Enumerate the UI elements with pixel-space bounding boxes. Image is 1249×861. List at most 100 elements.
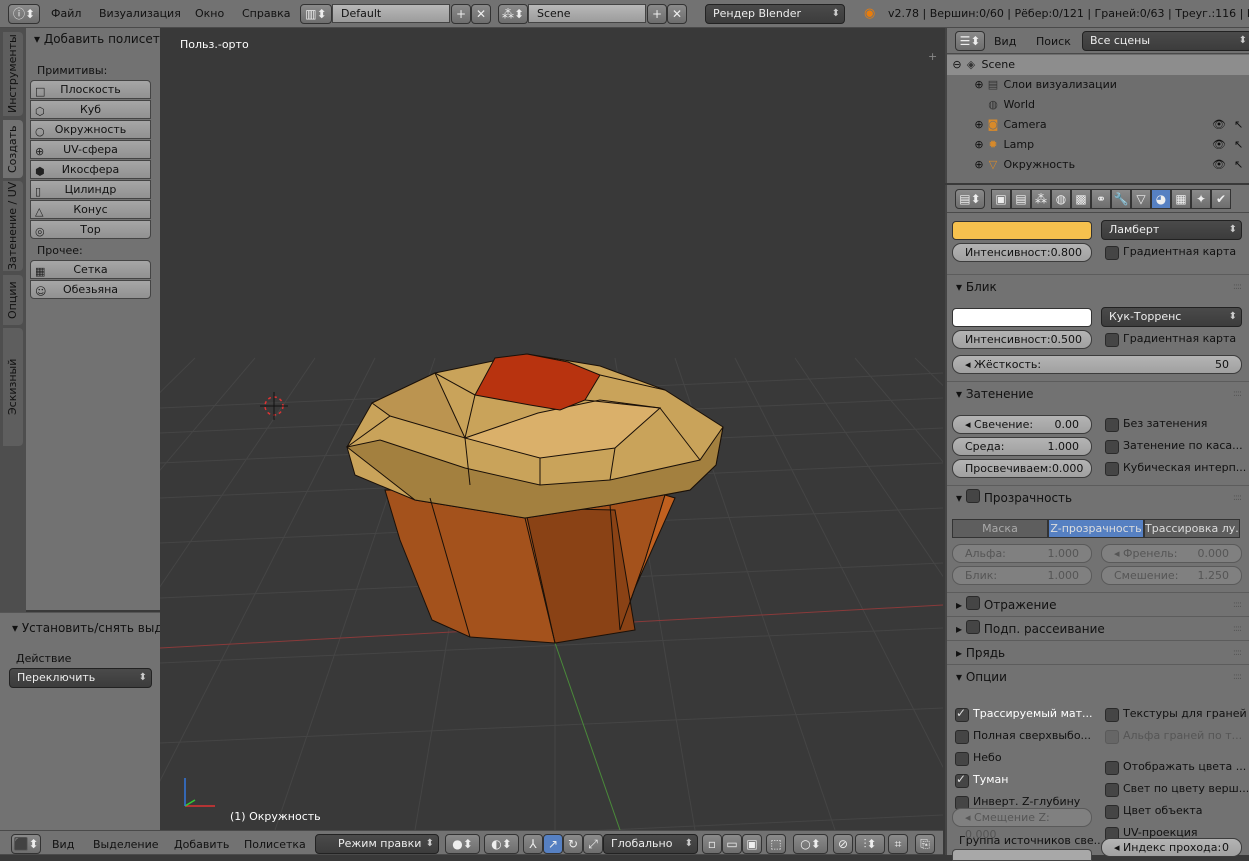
option-right-2-checkbox[interactable]: Отображать цвета ... <box>1105 760 1246 776</box>
option-right-3-checkbox[interactable]: Свет по цвету верш... <box>1105 782 1249 798</box>
expand-icon[interactable]: ⊖ <box>950 55 964 75</box>
fresnel-field[interactable]: ◂ Френель: 0.000 <box>1101 544 1242 563</box>
sss-panel-header[interactable]: ▸ Подп. рассеивание:::: <box>947 616 1249 640</box>
modifiers-tab-icon[interactable]: 🔧 <box>1111 189 1131 209</box>
option-left-2-checkbox[interactable]: Небо <box>955 751 1002 767</box>
particles-tab-icon[interactable]: ✦ <box>1191 189 1211 209</box>
transparency-checkbox[interactable] <box>965 488 984 504</box>
remove-scene-icon[interactable]: ✕ <box>667 4 687 24</box>
fresnel-blend-field[interactable]: Смешение: 1.250 <box>1101 566 1242 585</box>
option-right-1-checkbox[interactable]: Альфа граней по т... <box>1105 729 1242 745</box>
specular-ramp-checkbox[interactable]: Градиентная карта <box>1105 332 1236 348</box>
visibility-eye-icon[interactable]: 👁 <box>1212 135 1226 155</box>
specular-alpha-field[interactable]: Блик: 1.000 <box>952 566 1092 585</box>
scene-tab-icon[interactable]: ⁂ <box>1031 189 1051 209</box>
menu-add[interactable]: Добавить <box>174 838 229 851</box>
add-cube-button[interactable]: ⬡ Куб <box>30 100 151 119</box>
options-panel-header[interactable]: ▾ Опции:::: <box>947 664 1249 688</box>
add-mesh-panel-title[interactable]: ▾ Добавить полисетк <box>34 32 160 46</box>
scene-field[interactable]: Scene <box>528 4 646 23</box>
rotate-icon[interactable]: ↻ <box>563 834 583 854</box>
option-left-3-checkbox[interactable]: Туман <box>955 772 1008 789</box>
orientation-select[interactable]: Глобально <box>603 834 698 854</box>
layout-field[interactable]: Default <box>332 4 450 23</box>
diffuse-ramp-checkbox[interactable]: Градиентная карта <box>1105 245 1236 261</box>
limit-selection-icon[interactable]: ⬚ <box>766 834 786 854</box>
operator-title[interactable]: ▾ Установить/снять выд <box>12 621 163 635</box>
menu-window[interactable]: Окно <box>195 7 224 20</box>
outliner-menu-search[interactable]: Поиск <box>1036 35 1071 48</box>
add-scene-icon[interactable]: + <box>647 4 667 24</box>
expand-icon[interactable]: ⊕ <box>972 155 986 175</box>
mirror-checkbox[interactable] <box>965 595 984 611</box>
constraints-tab-icon[interactable]: ⚭ <box>1091 189 1111 209</box>
snap-icon[interactable]: ⊘ <box>833 834 853 854</box>
selectability-cursor-icon[interactable]: ↖ <box>1234 115 1243 135</box>
data-tab-icon[interactable]: ▽ <box>1131 189 1151 209</box>
specular-shader-select[interactable]: Кук-Торренс <box>1101 307 1242 327</box>
mode-select[interactable]: Режим правки <box>315 834 439 854</box>
scene-icon[interactable]: ⁂⬍ <box>498 4 528 24</box>
shading-panel-header[interactable]: ▾ Затенение:::: <box>947 381 1249 405</box>
outliner-item-окружность[interactable]: ⊕ ▽ Окружность 👁 ↖ <box>947 155 1249 175</box>
editor-type-properties-icon[interactable]: ▤⬍ <box>955 189 985 209</box>
scale-icon[interactable]: ⤢ <box>583 834 603 854</box>
pivot-icon[interactable]: ◐⬍ <box>484 834 519 854</box>
transparency-mode-tab-2[interactable]: Трассировка лу... <box>1144 519 1240 538</box>
visibility-eye-icon[interactable]: 👁 <box>1212 115 1226 135</box>
add-region-icon[interactable]: + <box>928 50 937 63</box>
diffuse-intensity-field[interactable]: Интенсивност:0.800 <box>952 243 1092 262</box>
add-cylinder-button[interactable]: ▯ Цилиндр <box>30 180 151 199</box>
add-plane-button[interactable]: □ Плоскость <box>30 80 151 99</box>
outliner-item-camera[interactable]: ⊕ ◙ Camera 👁 ↖ <box>947 115 1249 135</box>
render-engine-select[interactable]: Рендер Blender <box>705 4 845 24</box>
menu-mesh[interactable]: Полисетка <box>244 838 306 851</box>
translucency-field[interactable]: Просвечиваем:0.000 <box>952 459 1092 478</box>
strand-panel-header[interactable]: ▸ Прядь:::: <box>947 640 1249 664</box>
screen-layout-icon[interactable]: ▥⬍ <box>300 4 332 24</box>
texture-tab-icon[interactable]: ▦ <box>1171 189 1191 209</box>
diffuse-color-swatch[interactable] <box>952 221 1092 240</box>
hardness-field[interactable]: ◂ Жёсткость: 50 <box>952 355 1242 374</box>
alpha-field[interactable]: Альфа: 1.000 <box>952 544 1092 563</box>
emit-field[interactable]: ◂ Свечение: 0.00 <box>952 415 1092 434</box>
outliner-item-lamp[interactable]: ⊕ ✹ Lamp 👁 ↖ <box>947 135 1249 155</box>
tab-grease-pencil[interactable]: Эскизный карандаш <box>3 328 39 446</box>
add-torus-button[interactable]: ◎ Тор <box>30 220 151 239</box>
tab-shading-uv[interactable]: Затенение / UV <box>3 181 23 271</box>
outliner-item-scene[interactable]: ⊖ ◈ Scene <box>947 55 1249 75</box>
tab-create[interactable]: Создать <box>3 120 23 178</box>
ambient-field[interactable]: Среда: 1.000 <box>952 437 1092 456</box>
light-group-field[interactable] <box>952 849 1092 861</box>
visibility-eye-icon[interactable]: 👁 <box>1212 155 1226 175</box>
transparency-mode-tab-0[interactable]: Маска <box>952 519 1048 538</box>
render-region-icon[interactable]: ⌗ <box>888 834 908 854</box>
add-icosphere-button[interactable]: ⬢ Икосфера <box>30 160 151 179</box>
world-tab-icon[interactable]: ◍ <box>1051 189 1071 209</box>
option-right-4-checkbox[interactable]: Цвет объекта <box>1105 804 1203 820</box>
mirror-panel-header[interactable]: ▸ Отражение:::: <box>947 592 1249 616</box>
object-tab-icon[interactable]: ▩ <box>1071 189 1091 209</box>
menu-help[interactable]: Справка <box>242 7 290 20</box>
transparency-mode-tab-1[interactable]: Z-прозрачность <box>1048 519 1144 538</box>
specular-panel-header[interactable]: ▾ Блик:::: <box>947 274 1249 298</box>
outliner-item-слои-визуализации[interactable]: ⊕ ▤ Слои визуализации <box>947 75 1249 95</box>
add-uv-sphere-button[interactable]: ⊕ UV-сфера <box>30 140 151 159</box>
add-grid-button[interactable]: ▦ Сетка <box>30 260 151 279</box>
render-layers-tab-icon[interactable]: ▤ <box>1011 189 1031 209</box>
specular-intensity-field[interactable]: Интенсивност:0.500 <box>952 330 1092 349</box>
transparency-panel-header[interactable]: ▾ Прозрачность:::: <box>947 485 1249 509</box>
selectability-cursor-icon[interactable]: ↖ <box>1234 155 1243 175</box>
diffuse-shader-select[interactable]: Ламберт <box>1101 220 1242 240</box>
translate-icon[interactable]: ↗ <box>543 834 563 854</box>
add-circle-button[interactable]: ○ Окружность <box>30 120 151 139</box>
manipulator-icon[interactable]: ⅄ <box>523 834 543 854</box>
edge-select-icon[interactable]: ▭ <box>722 834 742 854</box>
editor-type-info-icon[interactable]: ⓘ⬍ <box>8 4 40 24</box>
outliner-item-world[interactable]: ◍ World <box>947 95 1249 115</box>
snap-element-icon[interactable]: ⫶⬍ <box>855 834 885 854</box>
proportional-edit-icon[interactable]: ○⬍ <box>793 834 828 854</box>
menu-select[interactable]: Выделение <box>93 838 159 851</box>
render-tab-icon[interactable]: ▣ <box>991 189 1011 209</box>
cubic-interpolation-checkbox[interactable]: Кубическая интерп... <box>1105 461 1246 477</box>
